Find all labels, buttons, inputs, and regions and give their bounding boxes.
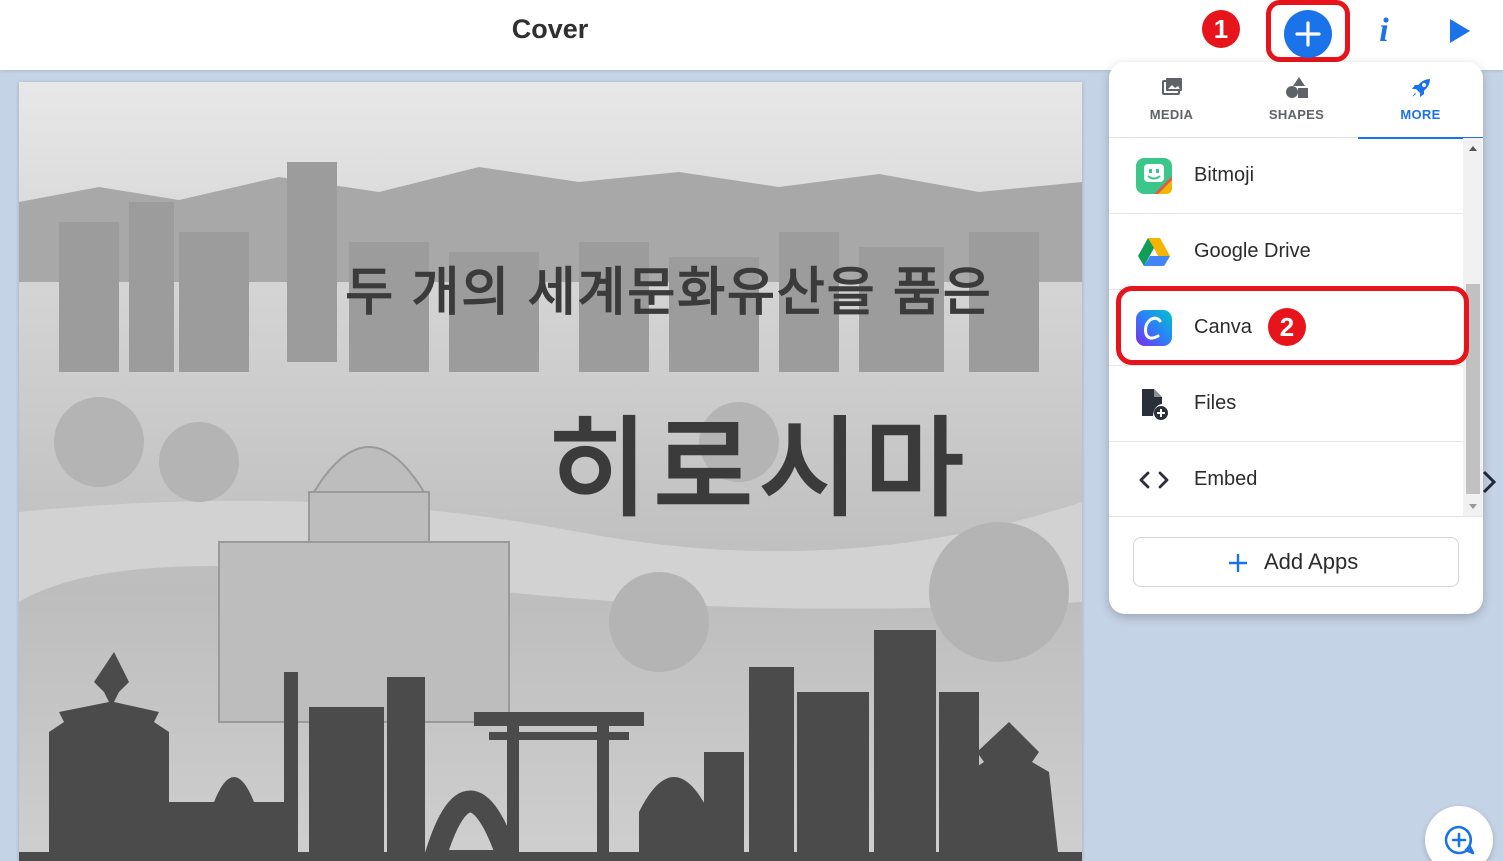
rocket-icon — [1411, 79, 1430, 97]
tab-media-label: MEDIA — [1149, 107, 1194, 122]
add-button-highlight — [1266, 0, 1350, 62]
cover-title: 히로시마 — [548, 408, 970, 529]
files-label: Files — [1194, 392, 1237, 414]
bitmoji-icon — [1136, 158, 1172, 194]
plus-icon — [1229, 554, 1247, 572]
file-add-icon — [1142, 389, 1168, 420]
add-apps-label: Add Apps — [1264, 549, 1359, 574]
comment-button[interactable] — [1425, 806, 1493, 861]
cover-subtitle: 두 개의 세계문화유산을 품은 — [345, 264, 993, 322]
bitmoji-label: Bitmoji — [1194, 164, 1255, 186]
divider — [1109, 516, 1483, 517]
step-badge-2: 2 — [1268, 308, 1306, 346]
code-icon — [1139, 471, 1169, 489]
plus-icon — [1295, 21, 1321, 47]
scroll-up-icon[interactable] — [1469, 146, 1477, 151]
google-drive-label: Google Drive — [1194, 240, 1311, 262]
list-item-files[interactable]: Files — [1109, 366, 1463, 442]
info-button[interactable]: i — [1370, 12, 1398, 52]
list-item-google-drive[interactable]: Google Drive — [1109, 214, 1463, 290]
media-icon — [1161, 78, 1182, 95]
list-item-embed[interactable]: Embed — [1109, 442, 1463, 518]
tab-shapes[interactable]: SHAPES — [1234, 62, 1359, 138]
add-button[interactable] — [1284, 10, 1332, 58]
add-apps-button[interactable]: Add Apps — [1133, 537, 1459, 587]
tab-shapes-label: SHAPES — [1268, 107, 1325, 122]
top-bar: Cover 1 i — [0, 0, 1503, 70]
tab-more-label: MORE — [1400, 107, 1441, 122]
shapes-icon — [1285, 77, 1308, 98]
list-item-bitmoji[interactable]: Bitmoji — [1109, 138, 1463, 214]
info-icon: i — [1379, 12, 1389, 49]
cover-image[interactable]: 두 개의 세계문화유산을 품은 히로시마 — [19, 82, 1082, 861]
comment-add-icon — [1444, 825, 1475, 855]
google-drive-icon — [1138, 238, 1170, 266]
panel-tabs: MEDIA SHAPES MORE — [1109, 62, 1483, 139]
page-title: Cover — [511, 14, 589, 44]
step-badge-1: 1 — [1202, 10, 1240, 48]
embed-label: Embed — [1194, 468, 1258, 490]
next-page-arrow-icon[interactable] — [1482, 470, 1496, 494]
tab-more[interactable]: MORE — [1358, 62, 1483, 139]
play-icon[interactable] — [1448, 16, 1472, 46]
scroll-down-icon[interactable] — [1469, 504, 1477, 509]
tab-media[interactable]: MEDIA — [1109, 62, 1234, 138]
